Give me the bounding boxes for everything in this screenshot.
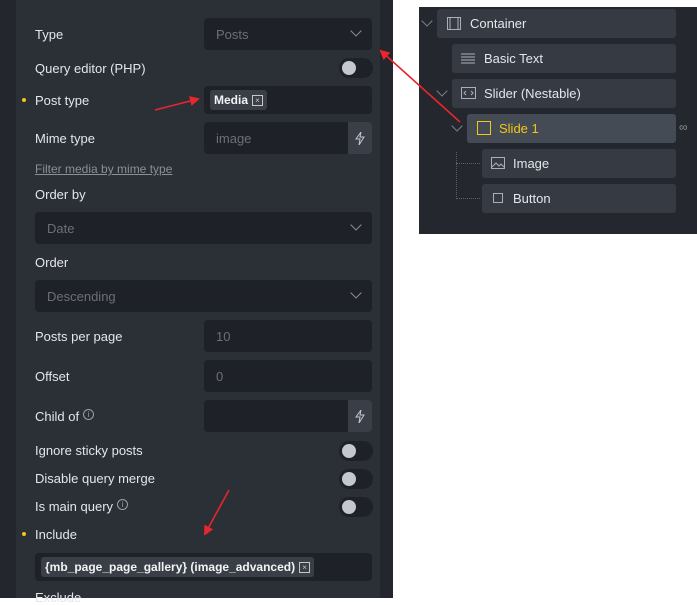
tree-item-label: Button (513, 191, 551, 206)
info-icon[interactable]: i (83, 409, 95, 420)
order-by-value: Date (47, 221, 75, 236)
order-label: Order (35, 255, 69, 270)
info-icon[interactable]: i (117, 499, 129, 510)
chevron-down-icon[interactable] (421, 15, 433, 27)
order-by-select[interactable]: Date (35, 212, 372, 244)
posts-per-page-input[interactable]: 10 (204, 320, 372, 352)
link-icon[interactable]: ∞ (679, 120, 688, 134)
mime-type-placeholder: image (216, 131, 252, 146)
toggle-knob (342, 61, 356, 75)
type-select[interactable]: Posts (204, 18, 372, 50)
query-editor-toggle[interactable] (339, 58, 373, 78)
tree-item-label: Slider (Nestable) (484, 86, 581, 101)
mime-type-label: Mime type (35, 131, 95, 146)
tree-guide-line (456, 198, 480, 200)
toggle-knob (342, 500, 356, 514)
toggle-knob (342, 472, 356, 486)
tree-item-container[interactable]: Container (437, 9, 676, 38)
bolt-icon (355, 131, 365, 145)
query-settings-panel: Type Posts Query editor (PHP) Post type … (0, 0, 393, 605)
text-lines-icon (461, 53, 475, 64)
query-editor-label: Query editor (PHP) (35, 61, 146, 76)
dynamic-data-button[interactable] (348, 400, 372, 432)
child-of-label: Child of i (35, 409, 95, 424)
modified-dot (22, 98, 26, 102)
order-select[interactable]: Descending (35, 280, 372, 312)
tree-item-label: Slide 1 (499, 121, 539, 136)
ignore-sticky-toggle[interactable] (339, 441, 373, 461)
remove-icon[interactable]: × (252, 94, 264, 106)
order-value: Descending (47, 289, 116, 304)
slider-icon (461, 87, 476, 99)
chevron-down-icon[interactable] (436, 85, 448, 97)
panel-right-edge (380, 0, 393, 598)
child-of-input[interactable] (204, 400, 372, 432)
posts-per-page-label: Posts per page (35, 329, 123, 344)
chevron-down-icon (350, 287, 362, 299)
offset-input[interactable]: 0 (204, 360, 372, 392)
tree-item-label: Basic Text (484, 51, 544, 66)
panel-left-edge (0, 0, 16, 598)
include-label: Include (35, 527, 77, 542)
remove-icon[interactable]: × (299, 561, 311, 573)
slide-icon (477, 121, 491, 135)
is-main-query-toggle[interactable] (339, 497, 373, 517)
image-icon (491, 157, 505, 169)
order-by-label: Order by (35, 187, 86, 202)
tree-item-label: Image (513, 156, 550, 171)
type-label: Type (35, 27, 64, 42)
tree-guide-line (456, 163, 480, 165)
posts-per-page-placeholder: 10 (216, 329, 231, 344)
post-type-tag-label: Media (214, 93, 249, 107)
tree-guide-line (456, 152, 458, 199)
type-value: Posts (216, 27, 249, 42)
is-main-query-label: Is main query i (35, 499, 129, 514)
disable-merge-label: Disable query merge (35, 471, 155, 486)
chevron-down-icon (350, 219, 362, 231)
dynamic-data-button[interactable] (348, 122, 372, 154)
filter-mime-link[interactable]: Filter media by mime type (35, 162, 172, 176)
post-type-tag: Media × (210, 90, 268, 110)
post-type-label: Post type (35, 93, 90, 108)
tree-item-button[interactable]: Button (482, 184, 676, 213)
modified-dot (22, 532, 26, 536)
include-tag: {mb_page_page_gallery} (image_advanced) … (41, 557, 315, 577)
mime-type-input[interactable]: image (204, 122, 372, 154)
tree-item-image[interactable]: Image (482, 149, 676, 178)
bolt-icon (355, 409, 365, 423)
structure-tree: Container Basic Text Slider (Nestable) S… (419, 7, 697, 234)
tree-item-label: Container (470, 16, 527, 31)
disable-merge-toggle[interactable] (339, 469, 373, 489)
include-select[interactable]: {mb_page_page_gallery} (image_advanced) … (35, 553, 372, 581)
child-of-text: Child of (35, 409, 80, 424)
chevron-down-icon[interactable] (451, 120, 463, 132)
tree-item-slide-1[interactable]: Slide 1 (467, 114, 676, 143)
include-tag-label: {mb_page_page_gallery} (image_advanced) (45, 560, 296, 574)
button-icon (493, 193, 503, 203)
tree-item-slider[interactable]: Slider (Nestable) (452, 79, 676, 108)
chevron-down-icon (350, 25, 362, 37)
tree-item-basic-text[interactable]: Basic Text (452, 44, 676, 73)
ignore-sticky-label: Ignore sticky posts (35, 443, 143, 458)
offset-label: Offset (35, 369, 70, 384)
offset-placeholder: 0 (216, 369, 224, 384)
toggle-knob (342, 444, 356, 458)
is-main-query-text: Is main query (35, 499, 114, 514)
post-type-select[interactable]: Media × (204, 86, 372, 114)
container-icon (447, 17, 461, 30)
